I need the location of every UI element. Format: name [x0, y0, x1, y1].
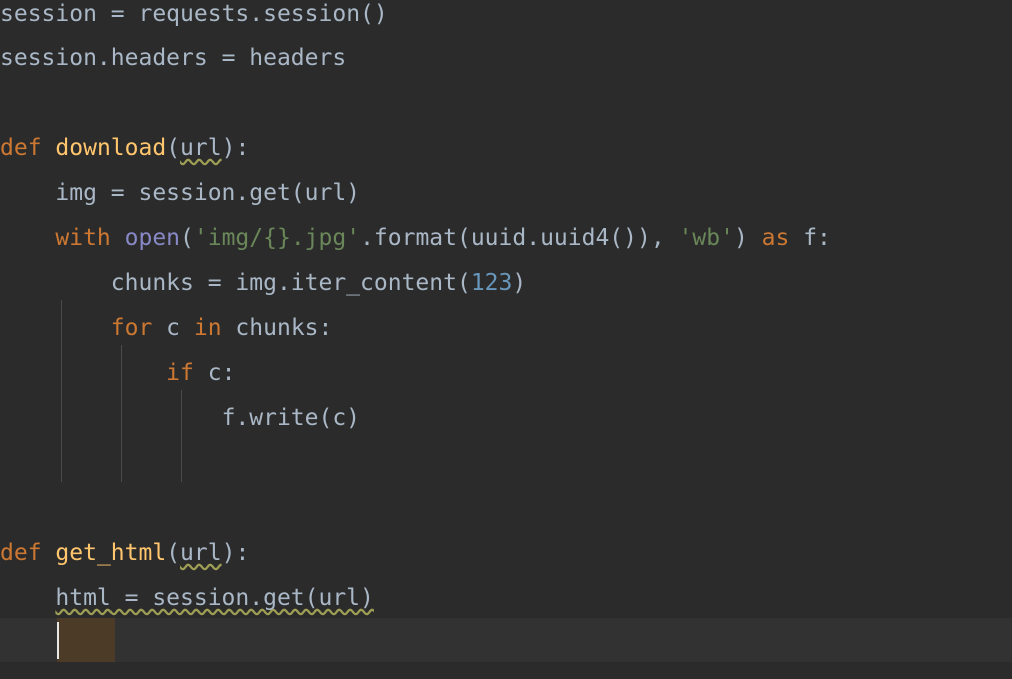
code-line-13[interactable]: def get_html(url): — [0, 531, 249, 576]
token-paren-close: ): — [221, 540, 250, 566]
token-function-name: download — [55, 135, 167, 161]
code-line-6[interactable]: with open('img/{}.jpg'.format(uuid.uuid4… — [0, 216, 831, 261]
token-keyword-with: with — [55, 225, 111, 251]
editor-bottom-strip — [0, 662, 1012, 679]
token-iterable: chunks: — [221, 315, 333, 341]
token-operator: = — [96, 1, 139, 27]
token-identifier: session.headers — [0, 45, 208, 71]
token-keyword-def: def — [0, 540, 42, 566]
code-line-8[interactable]: for c in chunks: — [0, 306, 333, 351]
token-keyword-as: as — [761, 225, 790, 251]
code-line-9[interactable]: if c: — [0, 351, 235, 396]
token-identifier-html: html — [55, 585, 111, 611]
code-line-7[interactable]: chunks = img.iter_content(123) — [0, 261, 526, 306]
code-text-area[interactable]: session = requests.session() session.hea… — [0, 0, 1012, 679]
token-function-name: get_html — [55, 540, 167, 566]
token-operator: = — [207, 45, 250, 71]
code-line-1[interactable]: session = requests.session() — [0, 0, 388, 37]
code-line-4[interactable]: def download(url): — [0, 126, 249, 171]
token-keyword-for: for — [110, 315, 153, 341]
token-builtin-open: open — [124, 225, 181, 251]
token-paren-open: ( — [166, 135, 181, 161]
token-number: 123 — [470, 270, 513, 296]
token-alias: f: — [789, 225, 831, 251]
token-call: requests.session() — [138, 1, 388, 27]
code-line-14-current[interactable]: html = session.get(url) — [0, 576, 374, 621]
token-keyword-if: if — [166, 360, 194, 386]
current-line-highlight — [0, 618, 1012, 663]
token-keyword-in: in — [193, 315, 222, 341]
text-caret — [57, 622, 59, 659]
token-paren-open: ( — [166, 540, 181, 566]
token-statement: f.write(c) — [221, 405, 361, 431]
token-paren-close: ): — [221, 135, 250, 161]
token-parameter-url: url — [180, 135, 222, 161]
token-string-path: 'img/{}.jpg' — [193, 225, 361, 251]
token-statement: img = session.get(url) — [55, 180, 361, 206]
token-paren-close: ) — [733, 225, 762, 251]
token-identifier: session — [0, 1, 97, 27]
code-editor[interactable]: session = requests.session() session.hea… — [0, 0, 1012, 679]
token-keyword-def: def — [0, 135, 42, 161]
token-statement: = session.get(url) — [110, 585, 374, 611]
token-format-call: .format(uuid.uuid4()), — [360, 225, 679, 251]
identifier-occurrence-highlight — [57, 618, 115, 663]
token-parameter-url: url — [180, 540, 222, 566]
token-statement: chunks = img.iter_content( — [110, 270, 471, 296]
token-paren-open: ( — [180, 225, 194, 251]
token-identifier: headers — [249, 45, 347, 71]
code-line-10[interactable]: f.write(c) — [0, 396, 360, 441]
token-condition: c: — [193, 360, 236, 386]
token-paren-close: ) — [512, 270, 527, 296]
token-string-mode: 'wb' — [678, 225, 734, 251]
token-loop-variable: c — [152, 315, 194, 341]
code-line-2[interactable]: session.headers = headers — [0, 36, 346, 81]
code-line-5[interactable]: img = session.get(url) — [0, 171, 360, 216]
